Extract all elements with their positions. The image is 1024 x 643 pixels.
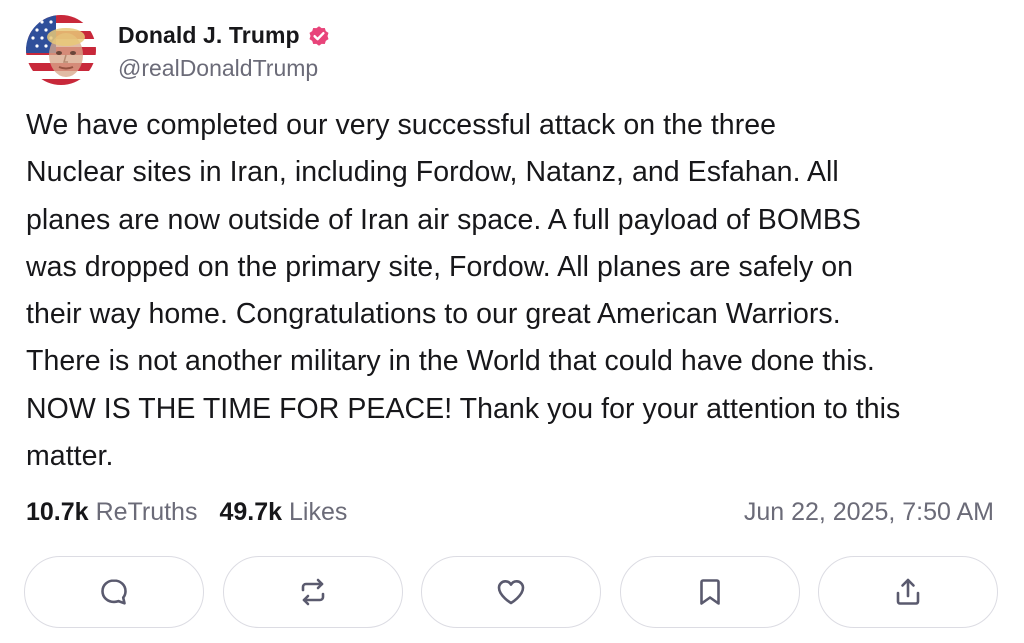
bookmark-icon: [699, 579, 720, 605]
retruth-button[interactable]: [222, 556, 403, 628]
flag-portrait-avatar-icon: [26, 15, 96, 85]
post-header: Donald J. Trump @realDonaldTrump: [26, 15, 331, 85]
heart-icon: [497, 580, 525, 605]
post-body: We have completed our very successful at…: [26, 109, 901, 473]
share-button[interactable]: [818, 556, 998, 628]
share-upload-icon: [896, 578, 920, 605]
repost-arrows-icon: [301, 578, 324, 606]
avatar[interactable]: [26, 15, 96, 85]
retruths-count: 10.7k: [26, 497, 89, 526]
action-bar: [24, 556, 998, 630]
likes-count: 49.7k: [219, 497, 283, 526]
like-button[interactable]: [421, 556, 601, 628]
verified-badge-icon: [307, 24, 331, 48]
bookmark-button[interactable]: [619, 556, 800, 628]
likes-label: Likes: [289, 497, 348, 526]
author-handle[interactable]: @realDonaldTrump: [118, 55, 331, 82]
display-name[interactable]: Donald J. Trump: [118, 22, 300, 49]
retruths-stat[interactable]: 10.7k ReTruths: [26, 498, 197, 527]
name-row: Donald J. Trump: [118, 19, 331, 53]
retruths-label: ReTruths: [95, 497, 198, 526]
author-names: Donald J. Trump @realDonaldTrump: [118, 19, 331, 82]
comment-bubble-icon: [101, 579, 127, 605]
post-timestamp[interactable]: Jun 22, 2025, 7:50 AM: [744, 498, 994, 527]
reply-button[interactable]: [24, 556, 204, 628]
likes-stat[interactable]: 49.7k Likes: [219, 498, 347, 527]
post-stats: 10.7k ReTruths 49.7k Likes Jun 22, 2025,…: [26, 494, 994, 530]
truth-post: Donald J. Trump @realDonaldTrump We have…: [0, 0, 1024, 643]
